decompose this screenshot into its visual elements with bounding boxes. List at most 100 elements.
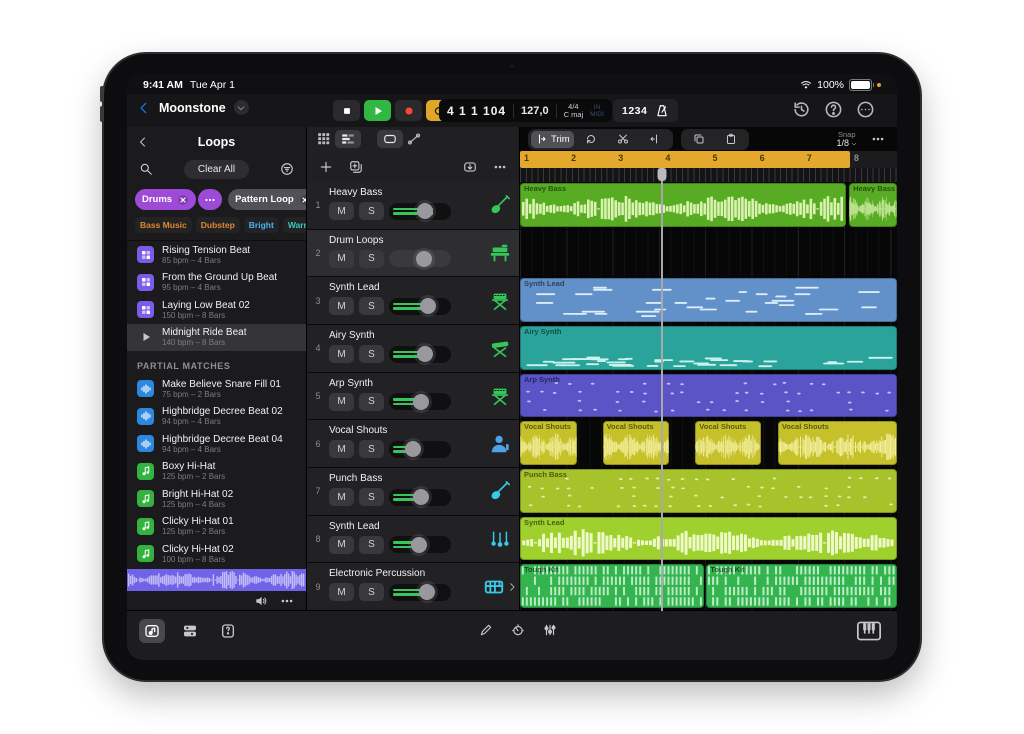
tag-filter[interactable]: Dubstep xyxy=(195,217,240,233)
tracks-view-button[interactable] xyxy=(335,130,361,148)
track-lane[interactable]: Tough Kit Tough Kit xyxy=(520,563,897,612)
track-lane[interactable]: Synth Lead xyxy=(520,516,897,564)
track-lane[interactable]: Vocal Shouts Vocal Shouts Vocal Shouts Voca… xyxy=(520,420,897,469)
split-tool-button[interactable] xyxy=(608,131,638,148)
region[interactable]: Vocal Shouts xyxy=(695,421,761,466)
automation-mode-button[interactable] xyxy=(407,132,421,146)
metronome-icon[interactable] xyxy=(655,104,669,118)
mute-button[interactable]: M xyxy=(329,392,354,411)
volume-slider[interactable] xyxy=(389,536,451,554)
loop-list-item[interactable]: Clicky Hi-Hat 01 125 bpm – 2 Bars xyxy=(127,513,306,541)
pencil-tool-button[interactable] xyxy=(479,623,493,637)
loop-list-item[interactable]: Clicky Hi-Hat 02 100 bpm – 8 Bars xyxy=(127,540,306,568)
mute-button[interactable]: M xyxy=(329,249,354,268)
beat-ruler[interactable] xyxy=(520,168,897,182)
solo-button[interactable]: S xyxy=(359,440,384,459)
track-header-row[interactable]: 3 Synth Lead M S xyxy=(307,277,519,326)
track-lane[interactable] xyxy=(520,230,897,278)
track-header-row[interactable]: 5 Arp Synth M S xyxy=(307,372,519,421)
playhead-handle[interactable] xyxy=(657,168,667,181)
filter-icon[interactable] xyxy=(280,162,294,176)
history-button[interactable] xyxy=(792,100,811,119)
expand-track-chevron-icon[interactable] xyxy=(507,582,517,592)
solo-button[interactable]: S xyxy=(359,297,384,316)
copy-button[interactable] xyxy=(684,131,714,148)
trim-tool-button[interactable]: Trim xyxy=(531,130,574,148)
solo-button[interactable]: S xyxy=(359,202,384,220)
track-lane[interactable]: Punch Bass xyxy=(520,468,897,516)
loop-list-item[interactable]: Midnight Ride Beat 140 bpm – 8 Bars xyxy=(127,323,306,351)
solo-button[interactable]: S xyxy=(359,583,384,602)
speaker-icon[interactable] xyxy=(254,594,268,608)
help-button[interactable] xyxy=(824,100,843,119)
project-title[interactable]: Moonstone xyxy=(159,101,226,115)
mute-button[interactable]: M xyxy=(329,440,354,459)
region[interactable]: Tough Kit xyxy=(706,564,897,609)
track-header-row[interactable]: 2 Drum Loops M S xyxy=(307,229,519,278)
back-chevron-icon[interactable] xyxy=(137,101,151,115)
mute-button[interactable]: M xyxy=(329,297,354,316)
volume-slider[interactable] xyxy=(389,440,451,458)
regions-mode-button[interactable] xyxy=(377,130,403,148)
filter-chip[interactable]: Pattern Loop xyxy=(228,189,306,210)
track-lane[interactable]: Heavy Bass Heavy Bass xyxy=(520,182,897,230)
stop-button[interactable] xyxy=(333,100,360,121)
mute-button[interactable]: M xyxy=(329,202,354,220)
region[interactable]: Synth Lead xyxy=(520,278,897,323)
region[interactable]: Vocal Shouts xyxy=(520,421,577,466)
region[interactable]: Airy Synth xyxy=(520,326,897,370)
mute-button[interactable]: M xyxy=(329,345,354,364)
loop-tool-button[interactable] xyxy=(576,131,606,148)
add-region-button[interactable] xyxy=(349,160,363,174)
mute-button[interactable]: M xyxy=(329,583,354,602)
remove-chip-icon[interactable] xyxy=(299,194,306,206)
region[interactable]: Heavy Bass xyxy=(520,183,847,227)
track-header-row[interactable]: 6 Vocal Shouts M S xyxy=(307,420,519,469)
track-header-row[interactable]: 8 Synth Lead M S xyxy=(307,515,519,564)
count-in-button[interactable]: 1234 xyxy=(622,105,647,117)
bar-ruler[interactable]: 1 2 3 4 5 6 7 8 xyxy=(520,151,897,168)
search-icon[interactable] xyxy=(139,162,153,176)
volume-slider[interactable] xyxy=(389,202,451,220)
cycle-range[interactable] xyxy=(520,151,850,168)
loop-list-item[interactable]: Boxy Hi-Hat 125 bpm – 2 Bars xyxy=(127,458,306,486)
loop-list-item[interactable]: From the Ground Up Beat 95 bpm – 4 Bars xyxy=(127,269,306,297)
solo-button[interactable]: S xyxy=(359,535,384,554)
region[interactable]: Heavy Bass xyxy=(849,183,897,227)
region[interactable]: Punch Bass xyxy=(520,469,897,513)
track-lane[interactable]: Arp Synth xyxy=(520,373,897,421)
solo-button[interactable]: S xyxy=(359,345,384,364)
more-options-button[interactable] xyxy=(856,100,875,119)
plugins-toggle-button[interactable] xyxy=(215,619,241,643)
tuner-knob-button[interactable] xyxy=(511,623,525,637)
import-track-button[interactable] xyxy=(463,160,477,174)
loop-list-item[interactable]: Laying Low Beat 02 150 bpm – 8 Bars xyxy=(127,296,306,324)
loop-list-item[interactable]: Rising Tension Beat 85 bpm – 4 Bars xyxy=(127,241,306,269)
controls-faders-button[interactable] xyxy=(543,623,557,637)
region[interactable]: Arp Synth xyxy=(520,373,897,418)
volume-slider[interactable] xyxy=(389,297,451,315)
track-header-row[interactable]: 4 Airy Synth M S xyxy=(307,325,519,373)
loop-preview-waveform[interactable] xyxy=(127,569,306,591)
volume-slider[interactable] xyxy=(389,393,451,411)
volume-slider[interactable] xyxy=(389,583,451,601)
track-header-row[interactable]: 1 Heavy Bass M S xyxy=(307,182,519,230)
volume-slider[interactable] xyxy=(389,250,451,268)
loop-list-item[interactable]: Highbridge Decree Beat 04 94 bpm – 4 Bars xyxy=(127,430,306,458)
keyboard-toggle-button[interactable] xyxy=(857,621,881,641)
clear-all-button[interactable]: Clear All xyxy=(183,159,250,179)
browser-back-icon[interactable] xyxy=(137,136,149,148)
region[interactable]: Synth Lead xyxy=(520,516,897,561)
tag-filter[interactable]: Bass Music xyxy=(135,217,192,233)
play-button[interactable] xyxy=(364,100,391,121)
project-menu-button[interactable] xyxy=(233,100,249,115)
track-lane[interactable]: Airy Synth xyxy=(520,325,897,373)
browser-more-icon[interactable] xyxy=(280,594,294,608)
volume-slider[interactable] xyxy=(389,488,451,506)
mute-button[interactable]: M xyxy=(329,535,354,554)
volume-slider[interactable] xyxy=(389,345,451,363)
track-more-button[interactable] xyxy=(493,160,507,174)
region[interactable]: Vocal Shouts xyxy=(602,421,669,466)
playhead[interactable] xyxy=(657,168,667,611)
track-header-row[interactable]: 7 Punch Bass M S xyxy=(307,468,519,516)
